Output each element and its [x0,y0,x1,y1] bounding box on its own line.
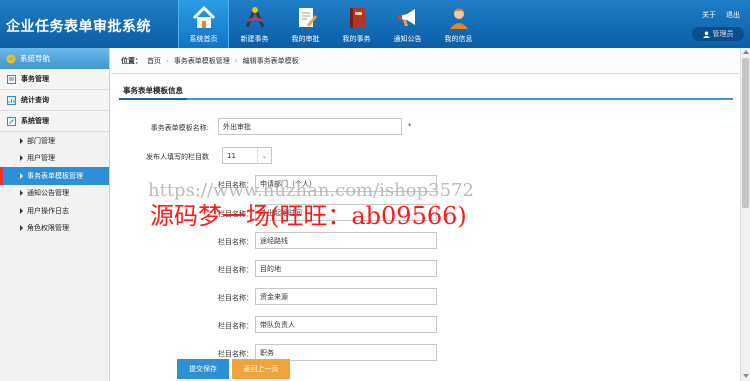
nav-home[interactable]: 系统首页 [178,0,229,48]
sidebar-item-label: 通知公告管理 [27,189,69,198]
scroll-thumb[interactable] [742,58,749,208]
gear-icon [6,54,16,63]
sidebar-item-label: 用户管理 [27,154,55,163]
field-label: 栏目名称： [218,238,253,246]
sidebar: 系统导航 事务管理 统计查询 系统管理 部门管理 用户管理 事务表单模板管理 通… [0,48,110,381]
breadcrumb-templates[interactable]: 事务表单模板管理 [174,56,230,66]
save-button[interactable]: 提交保存 [177,359,229,379]
nav-my-info-label: 我的信息 [444,35,473,43]
triangle-right-icon [20,137,23,144]
nav-my-info[interactable]: 我的信息 [433,0,484,48]
required-mark: * [408,122,412,130]
chevron-right-icon: › [166,56,169,65]
user-small-icon [702,30,710,38]
back-button[interactable]: 返回上一页 [232,359,290,379]
edit-icon [7,116,16,126]
sidebar-section-label: 事务管理 [21,75,49,83]
compass-icon [245,7,264,28]
template-name-label: 事务表单模板名称: [150,124,209,132]
list-icon [7,74,16,84]
megaphone-icon [397,9,415,26]
sidebar-item-label: 事务表单模板管理 [27,171,83,180]
user-icon [449,8,468,29]
nav-my-approvals-label: 我的审批 [291,35,320,43]
sidebar-item-logs[interactable]: 用户操作日志 [0,202,109,220]
sidebar-section-system[interactable]: 系统管理 [0,111,109,132]
sidebar-section-task[interactable]: 事务管理 [0,69,109,90]
nav-my-approvals[interactable]: 我的审批 [280,0,331,48]
sidebar-item-users[interactable]: 用户管理 [0,150,109,168]
field-input-6[interactable]: 带队负责人 [255,316,437,333]
current-user-name: 管理员 [712,30,734,38]
nav-home-label: 系统首页 [189,35,218,43]
field-input-4[interactable]: 目的地 [255,260,437,277]
field-count-value: 11 [227,151,236,160]
nav-my-tasks-label: 我的事务 [342,35,371,43]
template-name-input[interactable]: 外出审批 [218,118,402,135]
panel-header: 事务表单模板信息 [119,82,733,100]
breadcrumb-home[interactable]: 首页 [147,56,161,66]
scroll-up-icon[interactable] [743,50,749,54]
sidebar-section-label: 系统管理 [21,117,49,125]
nav-my-tasks[interactable]: 我的事务 [331,0,382,48]
chart-icon [7,95,16,105]
sidebar-section-label: 统计查询 [21,96,49,104]
page-scrollbar[interactable] [740,48,750,381]
edit-document-icon [298,8,317,27]
chevron-down-icon: ⌄ [257,148,271,163]
current-user[interactable]: 管理员 [692,27,744,41]
top-links: 关于 退出 [702,10,740,20]
sidebar-section-stats[interactable]: 统计查询 [0,90,109,111]
triangle-right-icon [20,172,23,179]
triangle-right-icon [20,225,23,232]
chevron-right-icon: › [234,56,238,65]
nav-notices[interactable]: 通知公告 [382,0,433,48]
app-title: 企业任务表单审批系统 [6,19,151,35]
sidebar-item-roles[interactable]: 角色权限管理 [0,220,109,238]
field-label: 栏目名称： [218,266,253,274]
watermark-text: 源码梦一场(旺旺：ab09566) [150,202,467,230]
book-icon [349,8,365,28]
nav-notices-label: 通知公告 [393,35,422,43]
sidebar-item-notices[interactable]: 通知公告管理 [0,185,109,203]
logout-link[interactable]: 退出 [726,10,740,20]
nav-new-task-label: 新建事务 [240,35,269,43]
sidebar-header: 系统导航 [0,48,109,69]
triangle-right-icon [20,190,23,197]
sidebar-item-label: 部门管理 [27,136,55,145]
field-label: 栏目名称： [218,294,253,302]
sidebar-item-label: 用户操作日志 [27,206,69,215]
scroll-down-icon[interactable] [743,374,749,378]
triangle-right-icon [20,155,23,162]
sidebar-item-departments[interactable]: 部门管理 [0,132,109,150]
nav-new-task[interactable]: 新建事务 [229,0,280,48]
field-label: 栏目名称： [218,322,253,330]
home-icon [192,5,215,28]
field-label: 栏目名称： [218,350,253,358]
breadcrumb-prefix: 位置： [121,56,142,65]
panel-title: 事务表单模板信息 [119,82,187,100]
about-link[interactable]: 关于 [702,10,716,20]
field-count-label: 发布人填写的栏目数 [146,153,209,161]
breadcrumb-current: 编辑事务表单模板 [242,56,299,65]
breadcrumb: 位置： 首页 › 事务表单模板管理 › 编辑事务表单模板 [111,48,739,74]
main-nav: 系统首页 新建事务 我的审批 我的事务 通知公告 我的信息 [178,0,484,48]
sidebar-header-label: 系统导航 [20,54,50,63]
field-count-select[interactable]: 11 ⌄ [222,147,272,164]
sidebar-item-form-templates[interactable]: 事务表单模板管理 [0,167,109,185]
top-header: 企业任务表单审批系统 系统首页 新建事务 我的审批 我的事务 通知公告 我的信息… [0,0,750,48]
field-input-3[interactable]: 途经路线 [255,232,437,249]
field-input-5[interactable]: 资金来源 [255,288,437,305]
triangle-right-icon [20,207,23,214]
sidebar-item-label: 角色权限管理 [27,224,69,233]
